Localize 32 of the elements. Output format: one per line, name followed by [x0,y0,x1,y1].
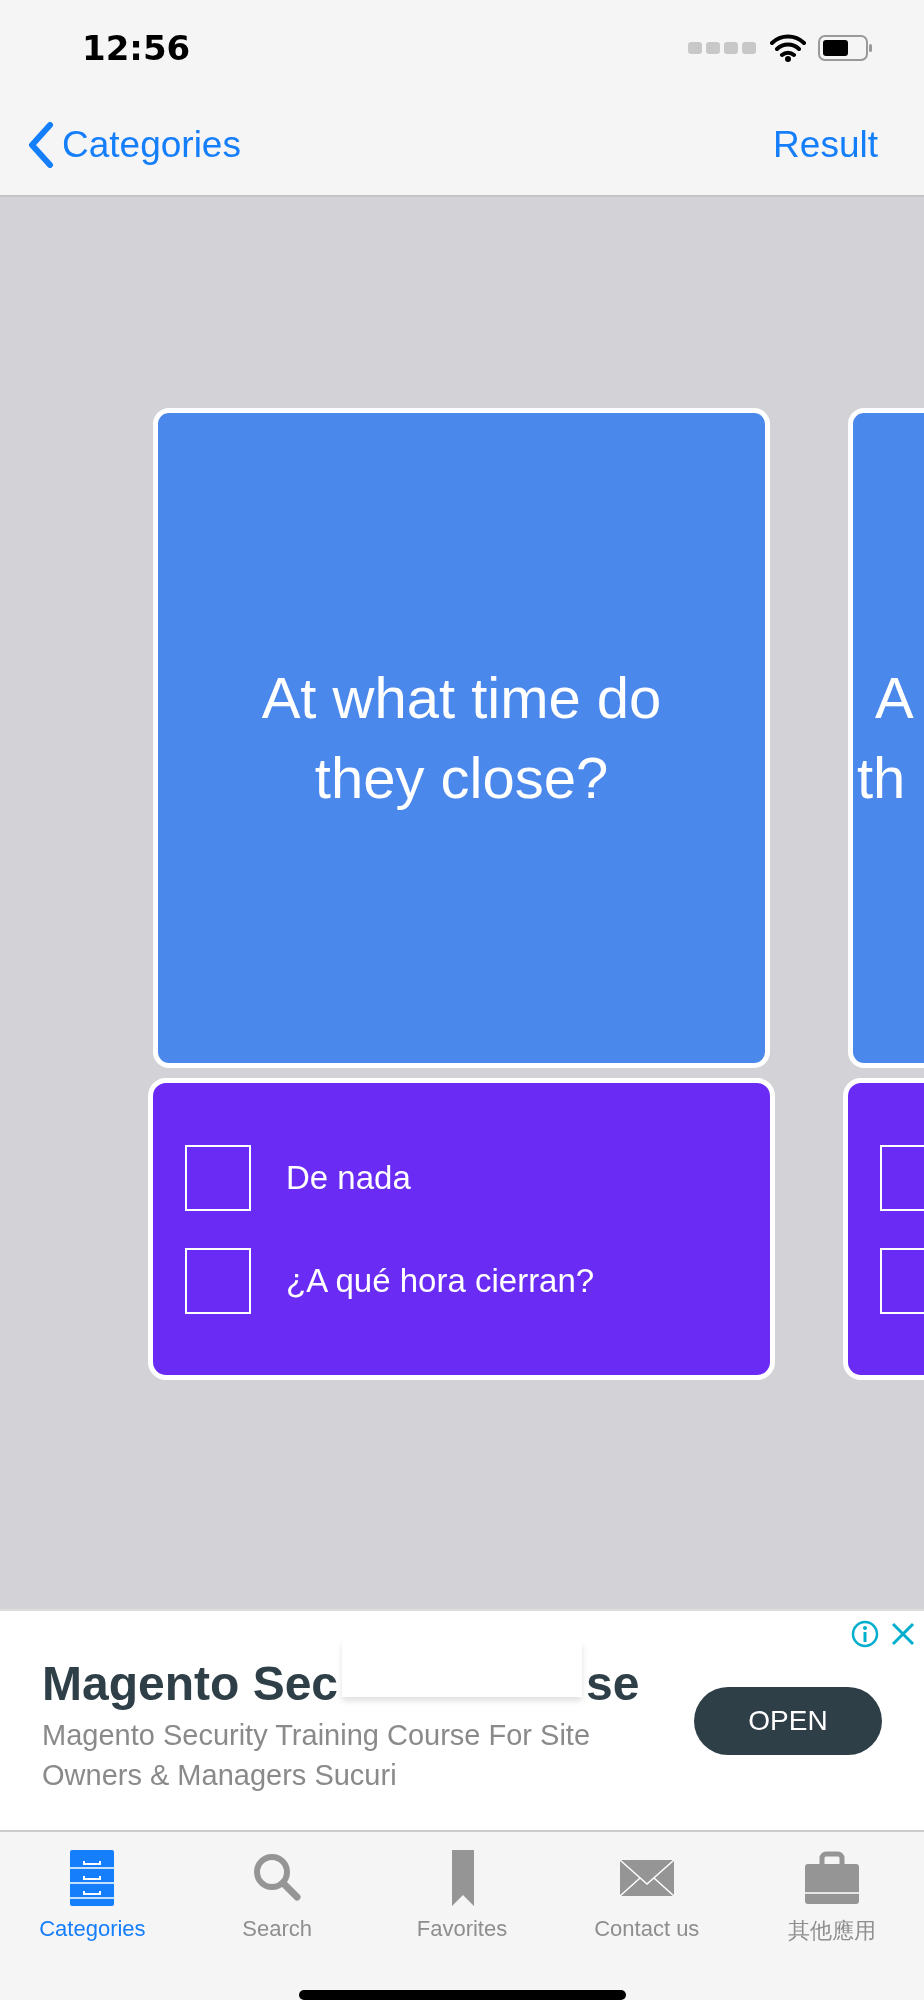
checkbox[interactable] [185,1144,251,1211]
tab-item[interactable]: 其他應用 [739,1848,924,1946]
wifi-icon [770,33,806,62]
tab-label: Search [242,1916,313,1942]
info-icon[interactable] [850,1619,880,1649]
question-text: th [857,744,906,812]
question-text: they close? [314,744,609,812]
question-text: At what time do [261,664,662,732]
signal-icon [688,39,758,56]
answer-label: ¿A qué hora cierran? [286,1261,595,1300]
back-link[interactable]: Categories [28,122,241,168]
battery-icon [818,33,874,62]
checkbox[interactable] [185,1247,251,1314]
tab-item[interactable]: Favorites [369,1848,555,1946]
ad-title: Magento Sec [42,1656,339,1711]
result-link[interactable]: Result [773,124,878,166]
tab-item[interactable]: Search [184,1848,370,1946]
tab-label: Favorites [416,1916,508,1942]
tab-label: Contact us [594,1916,700,1942]
ad-description: Magento Security Training Course For Site Owners & Managers Sucuri [42,1718,592,1793]
status-time: 12:56 [82,27,191,68]
open-button[interactable]: OPEN [694,1686,882,1755]
ad-title: se [586,1656,640,1711]
question-text: A [875,664,914,732]
answer-label: De nada [286,1158,411,1197]
chevron-left-icon [28,122,54,168]
tab-label: 其他應用 [787,1917,876,1945]
question-card[interactable]: At what time do they close? [153,408,770,1068]
tab-label: Categories [39,1916,146,1942]
tab-item[interactable]: Categories [0,1848,185,1946]
question-card[interactable]: A th [848,408,924,1068]
tab-item[interactable]: Contact us [554,1848,740,1946]
